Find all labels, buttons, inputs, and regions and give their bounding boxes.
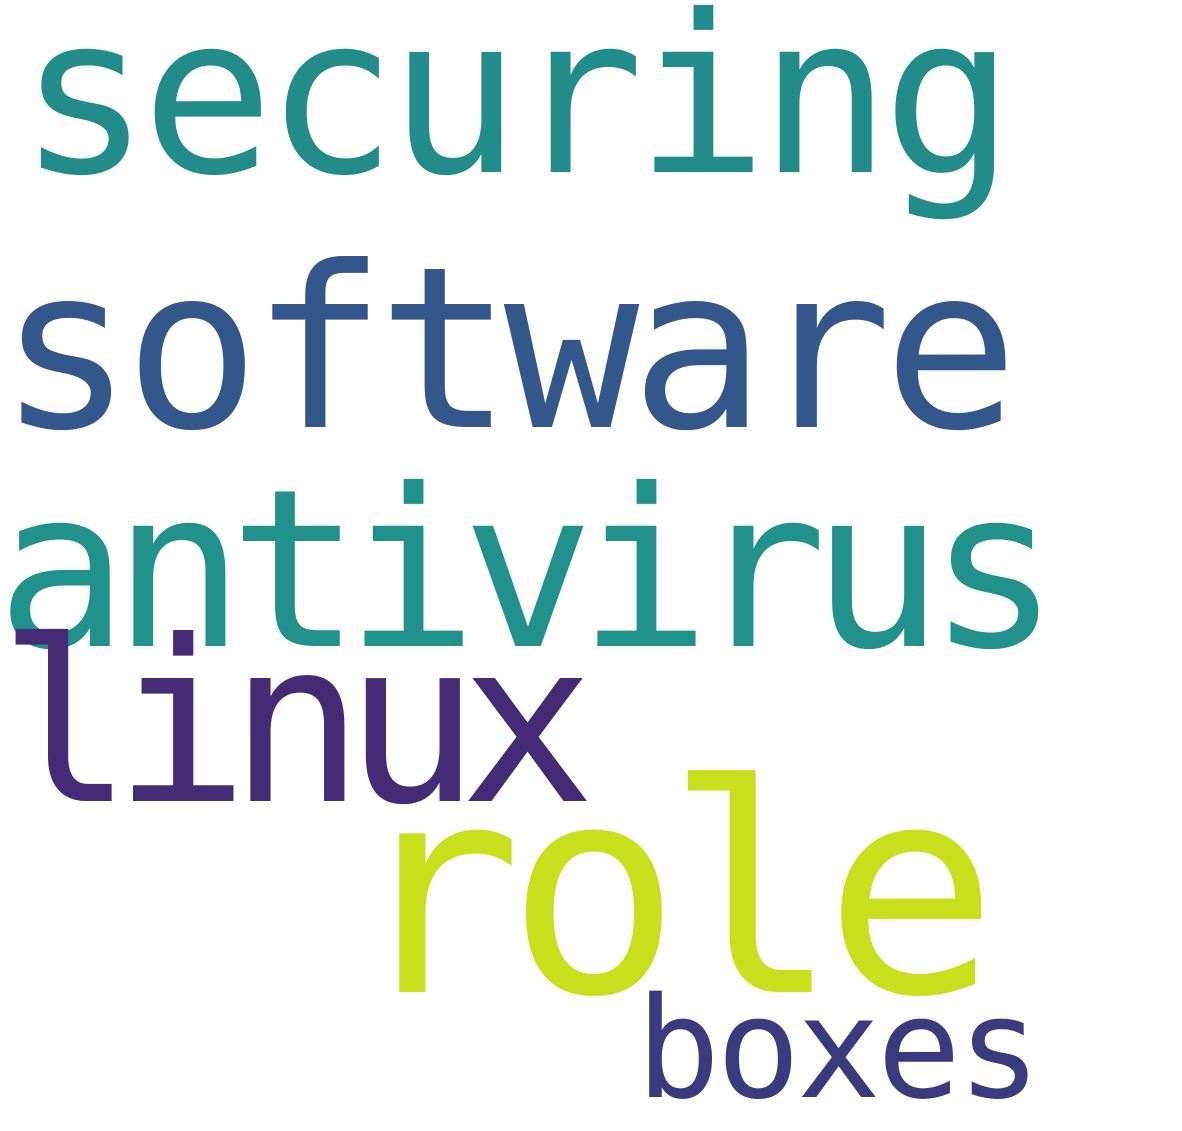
- word-securing: securing: [18, 0, 1015, 224]
- word-boxes: boxes: [636, 968, 1041, 1131]
- word-software: software: [0, 219, 1019, 481]
